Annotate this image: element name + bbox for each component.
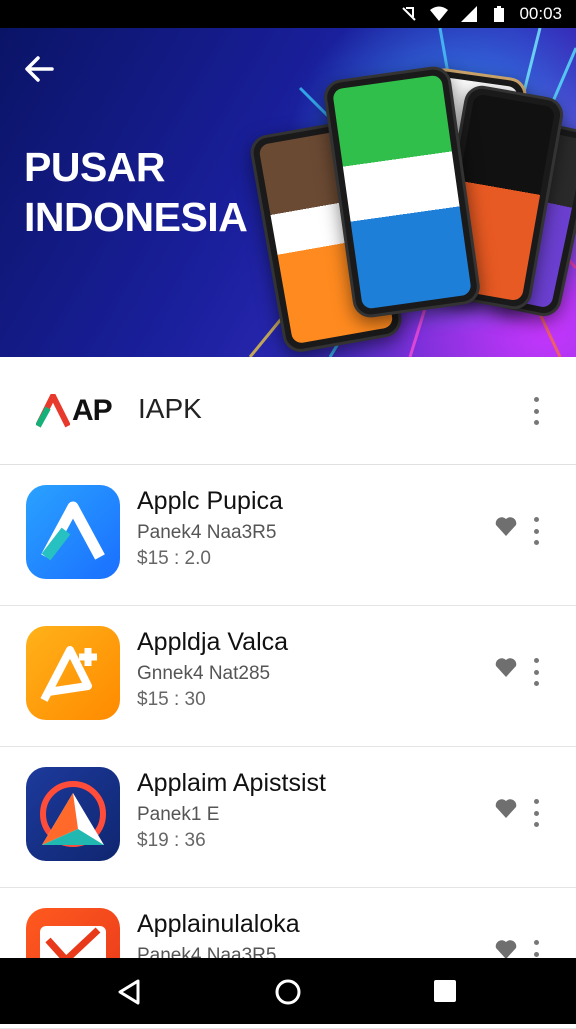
brand-text: IAPK [138,393,202,424]
app-menu-icon[interactable] [532,658,540,686]
app-list-item[interactable]: Applc Pupica Panek4 Naa3R5 $15 : 2.0 [0,465,576,606]
blue-a-icon [26,485,120,579]
app-list-item[interactable]: Appldja Valca Gnnek4 Nat285 $15 : 30 [0,606,576,747]
app-price: $19 : 36 [137,830,206,851]
orange-a-plus-icon [26,626,120,720]
app-subtitle: Panek1 E [137,804,220,825]
navigation-bar [0,958,576,1024]
hero-title: PUSAR INDONESIA [24,142,248,242]
app-title: Applc Pupica [137,487,283,515]
app-menu-icon[interactable] [532,517,540,545]
favorite-heart-icon[interactable] [494,797,518,819]
header-menu-icon[interactable] [532,397,540,425]
favorite-heart-icon[interactable] [494,515,518,537]
status-bar: 00:03 [0,0,576,28]
nav-back-icon[interactable] [116,978,144,1006]
app-title: Appldja Valca [137,628,289,656]
store-logo: AP [36,391,113,431]
notification-muted-icon [402,7,417,21]
back-arrow-icon[interactable] [22,52,56,86]
app-title: Applaim Apistsist [137,769,326,797]
hero-banner: PUSAR INDONESIA [0,28,576,357]
logo-mark-icon [36,394,70,428]
wifi-icon [430,6,449,21]
app-subtitle: Gnnek4 Nat285 [137,663,271,684]
signal-icon [461,6,478,22]
app-price: $15 : 30 [137,689,206,710]
nav-home-icon[interactable] [274,978,302,1006]
battery-icon [494,6,505,22]
app-title: Applainulaloka [137,910,300,938]
app-list-item[interactable]: Applaim Apistsist Panek1 E $19 : 36 [0,747,576,888]
app-subtitle: Panek4 Naa3R5 [137,522,277,543]
nav-recents-icon[interactable] [432,978,458,1004]
favorite-heart-icon[interactable] [494,938,518,960]
logo-text: AP [72,394,113,427]
colorful-a-icon [26,767,120,861]
hero-title-line1: PUSAR [24,144,166,190]
store-header: AP IAPK [0,357,576,465]
app-price: $15 : 2.0 [137,548,211,569]
status-time: 00:03 [519,4,562,23]
app-menu-icon[interactable] [532,799,540,827]
hero-title-line2: INDONESIA [24,194,248,240]
favorite-heart-icon[interactable] [494,656,518,678]
